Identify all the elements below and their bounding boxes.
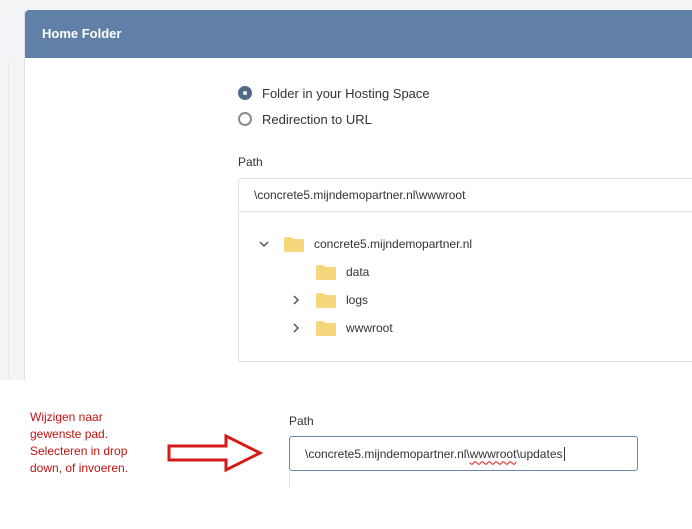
edited-path-input[interactable]: \concrete5.mijndemopartner.nl\ wwwroot \up… bbox=[289, 436, 638, 471]
edited-path-label: Path bbox=[289, 414, 314, 428]
tree-item-wwwroot[interactable]: wwwroot bbox=[290, 318, 393, 338]
path-label: Path bbox=[238, 155, 263, 169]
text-caret bbox=[563, 446, 565, 461]
radio-button-unchecked[interactable] bbox=[238, 112, 252, 126]
edited-path-suffix: \updates bbox=[516, 446, 563, 461]
edited-path-misspelled: wwwroot bbox=[469, 446, 517, 461]
tree-item-label: data bbox=[346, 265, 370, 279]
annotation-text: Wijzigen naar gewenste pad. Selecteren i… bbox=[30, 409, 170, 477]
panel-title: Home Folder bbox=[42, 26, 122, 41]
tree-item-label: wwwroot bbox=[346, 321, 393, 335]
folder-icon bbox=[316, 264, 336, 280]
tree-item-data[interactable]: data bbox=[290, 262, 369, 282]
path-input[interactable]: \concrete5.mijndemopartner.nl\wwwroot bbox=[238, 178, 692, 212]
folder-icon bbox=[316, 320, 336, 336]
input-border-fragment bbox=[289, 471, 290, 487]
folder-tree-dropdown: concrete5.mijndemopartner.nl data logs w… bbox=[238, 212, 692, 362]
annotation-line: Wijzigen naar bbox=[30, 410, 103, 424]
radio-redirection-url[interactable]: Redirection to URL bbox=[238, 109, 372, 129]
tree-item-label: concrete5.mijndemopartner.nl bbox=[314, 237, 473, 251]
chevron-down-icon[interactable] bbox=[258, 238, 270, 250]
tree-item-root[interactable]: concrete5.mijndemopartner.nl bbox=[258, 234, 472, 254]
annotation-line: Selecteren in drop bbox=[30, 444, 128, 458]
folder-icon bbox=[284, 236, 304, 252]
radio-label: Redirection to URL bbox=[262, 111, 372, 127]
radio-folder-hosting-space[interactable]: Folder in your Hosting Space bbox=[238, 83, 430, 103]
edited-path-prefix: \concrete5.mijndemopartner.nl\ bbox=[305, 446, 470, 461]
folder-icon bbox=[316, 292, 336, 308]
annotation-line: down, of invoeren. bbox=[30, 461, 129, 475]
tree-item-label: logs bbox=[346, 293, 369, 307]
tree-item-logs[interactable]: logs bbox=[290, 290, 368, 310]
radio-button-checked[interactable] bbox=[238, 86, 252, 100]
annotation-arrow-icon bbox=[167, 433, 264, 473]
path-value: \concrete5.mijndemopartner.nl\wwwroot bbox=[254, 188, 466, 202]
radio-label: Folder in your Hosting Space bbox=[262, 85, 430, 101]
chevron-right-icon[interactable] bbox=[290, 294, 302, 306]
annotation-line: gewenste pad. bbox=[30, 427, 109, 441]
panel-header: Home Folder bbox=[25, 10, 692, 58]
chevron-right-icon[interactable] bbox=[290, 322, 302, 334]
left-divider bbox=[8, 62, 9, 380]
